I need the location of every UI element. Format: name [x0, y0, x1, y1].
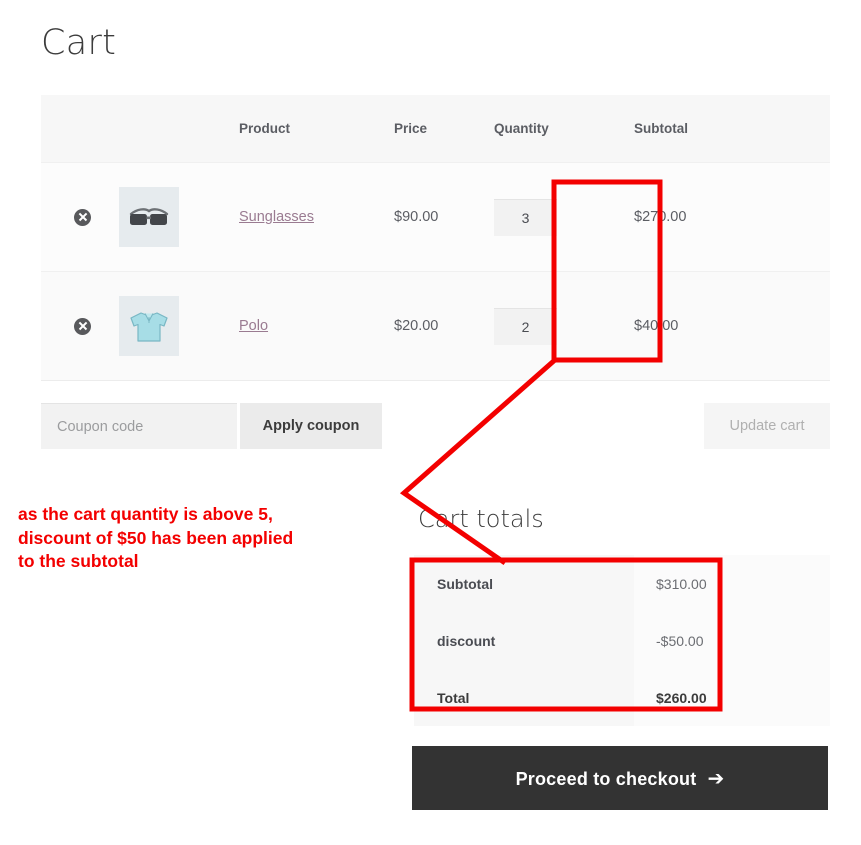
totals-value-discount: -$50.00 — [634, 612, 830, 669]
cell-price: $20.00 — [394, 271, 494, 381]
column-header-thumbnail — [119, 95, 239, 163]
polo-shirt-thumbnail[interactable] — [119, 296, 179, 357]
cart-actions-row: Apply coupon Update cart — [41, 380, 830, 452]
remove-circle-x-icon[interactable] — [74, 317, 91, 335]
table-row: Polo $20.00 2 $40.00 — [41, 271, 830, 381]
annotation-note: as the cart quantity is above 5, discoun… — [18, 504, 294, 572]
table-row: Sunglasses $90.00 3 $270.00 — [41, 162, 830, 272]
totals-value-total: $260.00 — [634, 669, 830, 726]
totals-row-subtotal: Subtotal $310.00 — [414, 555, 830, 612]
apply-coupon-button[interactable]: Apply coupon — [240, 403, 382, 449]
cell-subtotal: $40.00 — [634, 271, 830, 381]
cell-quantity: 3 — [494, 162, 634, 272]
cell-thumbnail — [119, 271, 239, 381]
cart-totals-heading: Cart totals — [418, 505, 544, 533]
totals-label-discount: discount — [414, 612, 634, 669]
cart-table-header: Product Price Quantity Subtotal — [41, 95, 830, 163]
proceed-to-checkout-button[interactable]: Proceed to checkout ➔ — [412, 746, 828, 810]
cart-table-header-row: Product Price Quantity Subtotal — [41, 95, 830, 163]
cell-product: Sunglasses — [239, 162, 394, 272]
column-header-remove — [41, 95, 119, 163]
cell-remove — [41, 271, 119, 381]
product-link[interactable]: Sunglasses — [239, 209, 314, 225]
cell-price: $90.00 — [394, 162, 494, 272]
coupon-code-input[interactable] — [41, 403, 237, 449]
column-header-subtotal: Subtotal — [634, 121, 688, 136]
column-header-product: Product — [239, 121, 291, 136]
cell-subtotal: $270.00 — [634, 162, 830, 272]
cart-page: Cart Product Price Quantity Subtotal Sun… — [0, 0, 861, 845]
cell-thumbnail — [119, 162, 239, 272]
arrow-right-icon: ➔ — [707, 767, 725, 790]
cart-table: Product Price Quantity Subtotal Sunglass… — [41, 95, 830, 381]
totals-row-discount: discount -$50.00 — [414, 612, 830, 669]
column-header-price: Price — [394, 121, 428, 136]
checkout-button-label: Proceed to checkout — [515, 768, 697, 789]
column-header-quantity: Quantity — [494, 121, 549, 136]
totals-label-subtotal: Subtotal — [414, 555, 634, 612]
totals-value-subtotal: $310.00 — [634, 555, 830, 612]
quantity-input[interactable]: 3 — [494, 198, 557, 236]
sunglasses-thumbnail[interactable] — [119, 187, 179, 247]
cell-remove — [41, 162, 119, 272]
update-cart-button[interactable]: Update cart — [704, 403, 830, 449]
remove-circle-x-icon[interactable] — [74, 208, 91, 226]
product-link[interactable]: Polo — [239, 318, 268, 334]
page-title: Cart — [41, 23, 117, 63]
quantity-input[interactable]: 2 — [494, 307, 557, 345]
totals-label-total: Total — [414, 669, 634, 726]
cell-quantity: 2 — [494, 271, 634, 381]
totals-row-total: Total $260.00 — [414, 669, 830, 726]
cart-totals-table: Subtotal $310.00 discount -$50.00 Total … — [414, 555, 830, 726]
cell-product: Polo — [239, 271, 394, 381]
cart-table-body: Sunglasses $90.00 3 $270.00 Polo $20.00 … — [41, 162, 830, 381]
